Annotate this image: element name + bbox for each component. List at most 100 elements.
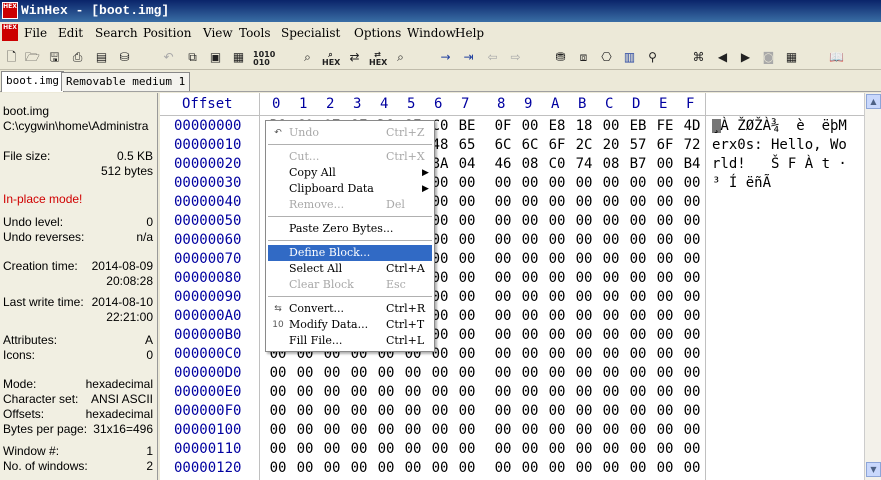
hex-byte[interactable]: 00 (574, 346, 594, 362)
hex-byte[interactable]: 00 (457, 346, 477, 362)
hex-byte[interactable]: 00 (403, 422, 423, 438)
hex-byte[interactable]: 00 (574, 422, 594, 438)
hex-byte[interactable]: 00 (628, 460, 648, 476)
hex-byte[interactable]: 00 (349, 422, 369, 438)
hex-byte[interactable]: 00 (520, 270, 540, 286)
goto-sector-icon[interactable]: ⇥ (460, 49, 477, 66)
hex-byte[interactable]: 00 (349, 441, 369, 457)
hex-byte[interactable]: B7 (628, 156, 648, 172)
hex-byte[interactable]: 00 (601, 346, 621, 362)
hex-byte[interactable]: 00 (493, 175, 513, 191)
hex-byte[interactable]: 00 (349, 384, 369, 400)
menu-options[interactable]: Options (354, 26, 401, 40)
hex-byte[interactable]: 00 (655, 327, 675, 343)
hex-byte[interactable]: 00 (574, 232, 594, 248)
hex-byte[interactable]: 00 (628, 422, 648, 438)
row-offset[interactable]: 00000020 (174, 156, 241, 172)
hex-byte[interactable]: 00 (403, 460, 423, 476)
camera-icon[interactable]: ◙ (760, 49, 777, 66)
hex-byte[interactable]: 00 (520, 384, 540, 400)
hex-byte[interactable]: 00 (601, 270, 621, 286)
hex-byte[interactable]: 08 (601, 156, 621, 172)
replace-hex-icon[interactable]: ⇄ HEX (369, 51, 387, 68)
hex-byte[interactable]: 00 (628, 403, 648, 419)
hex-byte[interactable]: 00 (520, 194, 540, 210)
hex-byte[interactable]: 00 (493, 194, 513, 210)
hex-byte[interactable]: 00 (601, 251, 621, 267)
hex-byte[interactable]: 00 (403, 384, 423, 400)
hex-byte[interactable]: 00 (520, 232, 540, 248)
hex-byte[interactable]: 00 (682, 232, 702, 248)
hash-icon[interactable]: ⎔ (598, 49, 615, 66)
hex-byte[interactable]: 00 (457, 289, 477, 305)
row-offset[interactable]: 00000100 (174, 422, 241, 438)
hex-byte[interactable]: 74 (574, 156, 594, 172)
save-icon[interactable]: 🖫 (46, 49, 63, 66)
context-item-modify-data[interactable]: 10 Modify Data... Ctrl+T (268, 317, 432, 333)
hex-byte[interactable]: 00 (682, 213, 702, 229)
hex-byte[interactable]: 00 (520, 460, 540, 476)
hex-byte[interactable]: 00 (268, 384, 288, 400)
context-item-undo[interactable]: ↶ Undo Ctrl+Z (268, 125, 432, 141)
tab-boot-img[interactable]: boot.img (1, 71, 64, 92)
hex-byte[interactable]: 00 (493, 251, 513, 267)
hex-byte[interactable]: 00 (547, 365, 567, 381)
menu-specialist[interactable]: Specialist (281, 26, 340, 40)
hex-byte[interactable]: 72 (682, 137, 702, 153)
row-offset[interactable]: 000000E0 (174, 384, 241, 400)
hex-byte[interactable]: 00 (655, 194, 675, 210)
hex-byte[interactable]: 00 (376, 460, 396, 476)
undo-icon[interactable]: ↶ (160, 49, 177, 66)
hex-byte[interactable]: 65 (457, 137, 477, 153)
hex-byte[interactable]: 00 (295, 384, 315, 400)
hex-byte[interactable]: 00 (547, 441, 567, 457)
hex-byte[interactable]: 00 (322, 403, 342, 419)
hex-byte[interactable]: 00 (322, 422, 342, 438)
hex-byte[interactable]: 00 (574, 441, 594, 457)
row-offset[interactable]: 00000010 (174, 137, 241, 153)
hex-byte[interactable]: 00 (520, 175, 540, 191)
hex-byte[interactable]: 00 (457, 441, 477, 457)
hex-byte[interactable]: 00 (682, 175, 702, 191)
hex-byte[interactable]: 00 (574, 251, 594, 267)
hex-byte[interactable]: 00 (601, 460, 621, 476)
hex-byte[interactable]: C0 (547, 156, 567, 172)
hex-byte[interactable]: 00 (295, 441, 315, 457)
hex-byte[interactable]: 00 (574, 289, 594, 305)
hex-byte[interactable]: 00 (430, 403, 450, 419)
hex-byte[interactable]: 00 (547, 422, 567, 438)
hex-byte[interactable]: 00 (403, 365, 423, 381)
hex-byte[interactable]: 00 (349, 403, 369, 419)
hex-byte[interactable]: 00 (601, 422, 621, 438)
hex-byte[interactable]: 00 (655, 270, 675, 286)
hex-byte[interactable]: 00 (547, 403, 567, 419)
hex-byte[interactable]: 00 (601, 327, 621, 343)
hex-byte[interactable]: 00 (574, 308, 594, 324)
open-folder-icon[interactable]: 🗁 (24, 49, 41, 66)
row-offset[interactable]: 000000A0 (174, 308, 241, 324)
winhex-logo-icon[interactable]: HEX (2, 2, 18, 19)
paste-icon[interactable]: ▣ (207, 49, 224, 66)
hex-byte[interactable]: 00 (628, 251, 648, 267)
hex-byte[interactable]: 00 (547, 194, 567, 210)
hex-byte[interactable]: 00 (574, 460, 594, 476)
hex-byte[interactable]: B4 (682, 156, 702, 172)
row-offset[interactable]: 000000D0 (174, 365, 241, 381)
hex-byte[interactable]: 00 (601, 118, 621, 134)
context-item-define-block[interactable]: Define Block... (268, 245, 432, 261)
hex-byte[interactable]: 00 (493, 403, 513, 419)
context-item-remove[interactable]: Remove... Del (268, 197, 432, 213)
hex-byte[interactable]: 00 (376, 441, 396, 457)
hex-byte[interactable]: 00 (655, 175, 675, 191)
row-offset[interactable]: 00000120 (174, 460, 241, 476)
hex-byte[interactable]: 00 (628, 346, 648, 362)
hex-byte[interactable]: 00 (574, 270, 594, 286)
text-column-line[interactable]: rld! Š F À t · (712, 156, 847, 172)
hex-byte[interactable]: 00 (655, 403, 675, 419)
hex-byte[interactable]: 00 (655, 346, 675, 362)
hex-byte[interactable]: 00 (457, 308, 477, 324)
goto-offset-icon[interactable]: → (437, 49, 454, 66)
hex-byte[interactable]: 00 (628, 270, 648, 286)
row-offset[interactable]: 00000090 (174, 289, 241, 305)
calculator-icon[interactable]: ▥ (621, 49, 638, 66)
